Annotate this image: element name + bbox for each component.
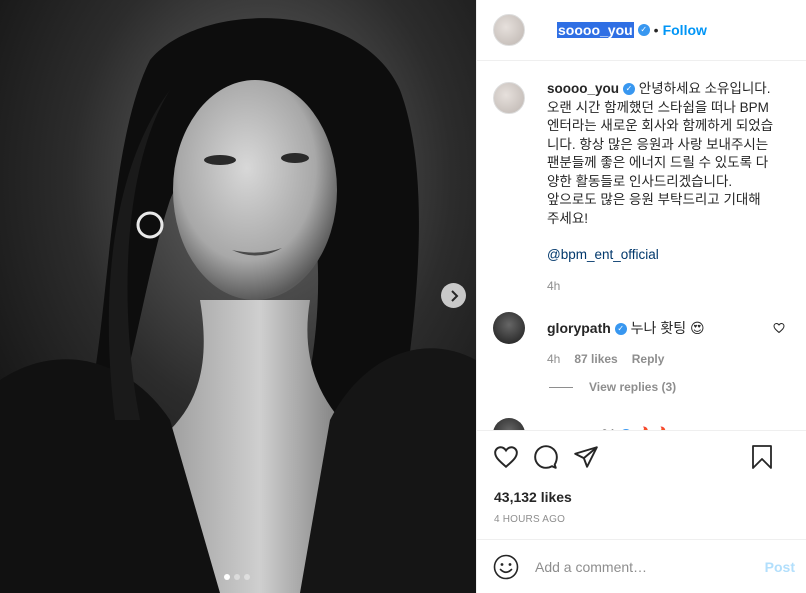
post-sidebar: soooo_you ✓ • Follow soooo_you ✓ 안녕하세요 소유… bbox=[476, 0, 806, 593]
post-header: soooo_you ✓ • Follow bbox=[477, 0, 806, 61]
caption-line: 팬분들께 좋은 에너지 드릴 수 있도록 다 bbox=[547, 155, 769, 170]
like-heart-icon[interactable] bbox=[493, 444, 519, 470]
verified-badge-icon: ✓ bbox=[637, 24, 650, 36]
next-photo-button[interactable] bbox=[441, 283, 466, 308]
add-comment-input[interactable] bbox=[535, 558, 755, 575]
post-photo[interactable] bbox=[0, 0, 476, 593]
post-comment-button[interactable]: Post bbox=[765, 559, 795, 575]
comment-likes[interactable]: 87 likes bbox=[574, 352, 617, 366]
caption-line: 앞으로도 많은 응원 부탁드리고 기대해 bbox=[547, 192, 761, 207]
caption-line: 엔터라는 새로운 회사와 함께하게 되었습 bbox=[547, 118, 774, 133]
caption-line: 오랜 시간 함께했던 스타쉽을 떠나 BPM bbox=[547, 99, 769, 115]
reply-button[interactable]: Reply bbox=[632, 352, 665, 366]
emoji-smiley-icon[interactable] bbox=[493, 554, 519, 580]
comment-bubble-icon[interactable] bbox=[533, 444, 559, 470]
carousel-dots bbox=[224, 574, 250, 580]
comment-item: a_young91 ✓ 🔥🔥 bbox=[493, 418, 671, 431]
caption-mention-link[interactable]: @bpm_ent_official bbox=[547, 246, 797, 265]
like-comment-heart-icon[interactable] bbox=[773, 322, 785, 334]
commenter-username[interactable]: a_young91 bbox=[547, 426, 616, 431]
comments-section[interactable]: soooo_you ✓ 안녕하세요 소유입니다. 오랜 시간 함께했던 스타쉽을 … bbox=[477, 62, 806, 431]
verified-badge-icon: ✓ bbox=[620, 428, 633, 430]
post-caption: soooo_you ✓ 안녕하세요 소유입니다. 오랜 시간 함께했던 스타쉽을 … bbox=[493, 80, 797, 295]
carousel-dot bbox=[224, 574, 230, 580]
portrait-image bbox=[0, 0, 476, 593]
caption-username[interactable]: soooo_you bbox=[547, 81, 619, 96]
caption-age[interactable]: 4h bbox=[547, 277, 797, 296]
author-username[interactable]: soooo_you bbox=[557, 22, 634, 38]
caption-line: 안녕하세요 소유입니다. bbox=[638, 81, 771, 96]
share-paper-plane-icon[interactable] bbox=[573, 444, 599, 470]
replies-divider bbox=[549, 386, 573, 388]
author-avatar[interactable] bbox=[493, 14, 525, 46]
carousel-dot bbox=[244, 574, 250, 580]
view-replies-button[interactable]: View replies (3) bbox=[549, 380, 676, 394]
verified-badge-icon: ✓ bbox=[614, 323, 627, 336]
view-replies-label: View replies (3) bbox=[589, 380, 677, 394]
caption-line: 니다. 항상 많은 응원과 사랑 보내주시는 bbox=[547, 136, 769, 152]
comment-age[interactable]: 4h bbox=[547, 352, 560, 366]
commenter-username[interactable]: glorypath bbox=[547, 320, 611, 336]
commenter-avatar[interactable] bbox=[493, 418, 525, 430]
caption-avatar[interactable] bbox=[493, 82, 525, 114]
comment-item: glorypath ✓ 누나 홧팅 😍 4h 87 likes Reply bbox=[493, 312, 797, 366]
follow-button[interactable]: Follow bbox=[663, 22, 707, 38]
verified-badge-icon: ✓ bbox=[623, 83, 636, 96]
instagram-post: soooo_you ✓ • Follow soooo_you ✓ 안녕하세요 소유… bbox=[0, 0, 806, 593]
save-bookmark-icon[interactable] bbox=[750, 444, 774, 470]
caption-line: 양한 활동들로 인사드리겠습니다. bbox=[547, 173, 733, 189]
post-timestamp[interactable]: 4 HOURS AGO bbox=[494, 514, 565, 525]
separator: • bbox=[653, 22, 659, 38]
carousel-dot bbox=[234, 574, 240, 580]
add-comment-bar: Post bbox=[477, 539, 806, 593]
comment-text: 누나 홧팅 😍 bbox=[630, 320, 705, 336]
action-bar bbox=[493, 444, 793, 474]
comment-text: 🔥🔥 bbox=[636, 426, 671, 431]
caption-line: 주세요! bbox=[547, 210, 589, 226]
chevron-right-icon bbox=[450, 289, 458, 302]
likes-count[interactable]: 43,132 likes bbox=[494, 489, 572, 505]
commenter-avatar[interactable] bbox=[493, 312, 525, 344]
